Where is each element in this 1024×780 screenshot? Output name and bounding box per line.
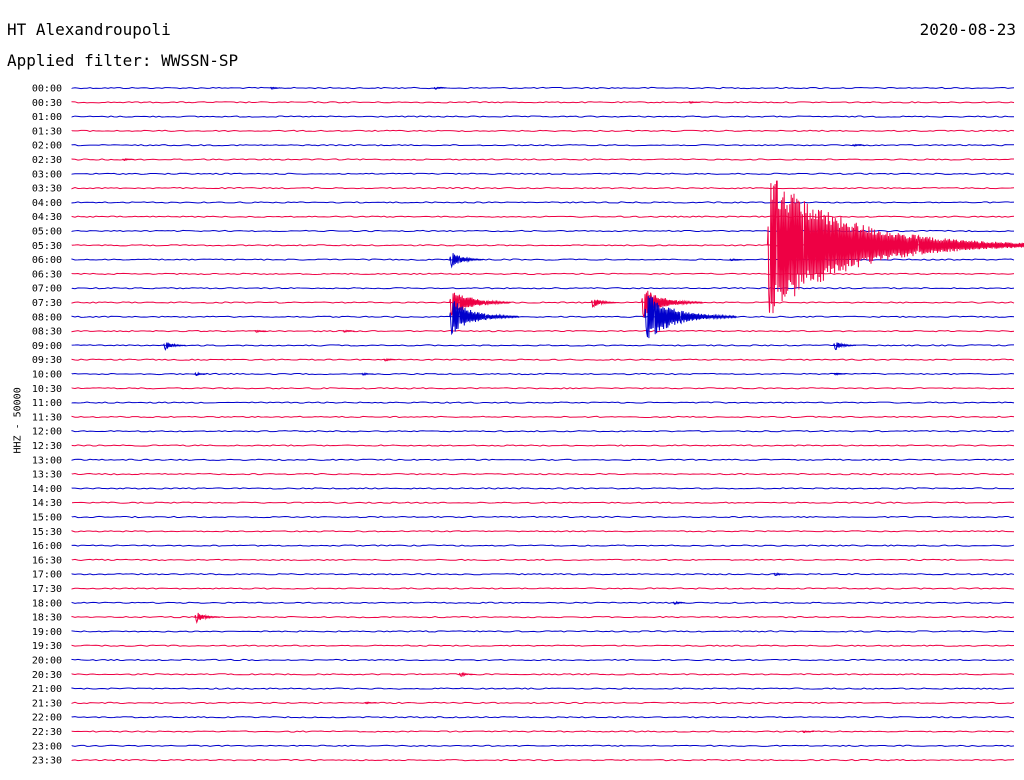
trace-line <box>71 415 1015 419</box>
time-tick-label: 18:30 <box>32 613 62 624</box>
time-tick-label: 08:30 <box>32 327 62 338</box>
trace-line <box>71 186 1015 190</box>
trace-line <box>71 387 1015 390</box>
time-tick-label: 22:00 <box>32 713 62 724</box>
trace-line <box>71 644 1015 647</box>
time-tick-label: 20:00 <box>32 656 62 667</box>
trace-line <box>71 401 1015 404</box>
trace-line <box>71 301 1015 304</box>
time-tick-label: 21:00 <box>32 684 62 695</box>
time-tick-label: 23:30 <box>32 756 62 767</box>
time-tick-label: 13:30 <box>32 470 62 481</box>
trace-line <box>71 158 1015 161</box>
time-tick-label: 12:00 <box>32 427 62 438</box>
trace-line <box>71 487 1015 490</box>
trace-line <box>71 630 1015 633</box>
time-tick-label: 17:00 <box>32 570 62 581</box>
trace-line <box>71 115 1015 118</box>
time-tick-label: 07:00 <box>32 284 62 295</box>
time-tick-label: 15:30 <box>32 527 62 538</box>
trace-line <box>71 501 1015 504</box>
trace-line <box>71 530 1015 533</box>
time-tick-label: 00:00 <box>32 84 62 95</box>
trace-line <box>71 358 1015 361</box>
time-tick-label: 19:30 <box>32 641 62 652</box>
time-tick-label: 04:00 <box>32 198 62 209</box>
time-tick-label: 21:30 <box>32 698 62 709</box>
trace-line <box>71 144 1015 147</box>
time-tick-label: 03:30 <box>32 184 62 195</box>
trace-line <box>71 429 1015 433</box>
time-tick-label: 11:00 <box>32 398 62 409</box>
time-tick-label: 06:30 <box>32 269 62 280</box>
time-tick-label: 12:30 <box>32 441 62 452</box>
trace-line <box>71 587 1015 590</box>
time-tick-label: 16:00 <box>32 541 62 552</box>
time-tick-label: 23:00 <box>32 741 62 752</box>
trace-line <box>71 601 1015 604</box>
time-tick-label: 14:00 <box>32 484 62 495</box>
time-tick-label: 17:30 <box>32 584 62 595</box>
seismic-event <box>194 612 221 624</box>
seismic-event <box>833 342 857 351</box>
time-tick-label: 11:30 <box>32 412 62 423</box>
trace-line <box>71 229 1014 233</box>
trace-line <box>71 701 1015 705</box>
trace-line <box>71 658 1015 662</box>
time-tick-label: 08:00 <box>32 312 62 323</box>
trace-line <box>71 129 1015 132</box>
time-tick-label: 02:30 <box>32 155 62 166</box>
trace-line <box>71 673 1015 676</box>
time-tick-label: 15:00 <box>32 513 62 524</box>
trace-line <box>71 372 1015 376</box>
trace-line <box>71 329 1015 333</box>
time-tick-label: 10:00 <box>32 370 62 381</box>
trace-line <box>71 458 1015 461</box>
trace-line <box>71 172 1015 175</box>
trace-line <box>71 515 1015 519</box>
time-tick-label: 10:30 <box>32 384 62 395</box>
seismic-event <box>449 253 484 269</box>
time-tick-label: 07:30 <box>32 298 62 309</box>
trace-line <box>71 758 1015 762</box>
time-tick-label: 18:00 <box>32 598 62 609</box>
trace-line <box>71 558 1015 562</box>
time-tick-label: 04:30 <box>32 212 62 223</box>
time-tick-label: 20:30 <box>32 670 62 681</box>
time-tick-label: 16:30 <box>32 555 62 566</box>
trace-line <box>71 344 1015 347</box>
time-tick-label: 02:00 <box>32 141 62 152</box>
time-tick-label: 19:00 <box>32 627 62 638</box>
helicorder-plot: 00:00 00:30 01:00 01:30 02:00 02:30 03:00 03:30… <box>32 84 1024 767</box>
trace-line <box>71 287 1015 290</box>
time-tick-label: 14:30 <box>32 498 62 509</box>
time-tick-label: 01:30 <box>32 126 62 137</box>
seismic-event <box>766 180 1024 314</box>
time-tick-label: 09:30 <box>32 355 62 366</box>
trace-line <box>71 687 1014 690</box>
time-tick-label: 05:30 <box>32 241 62 252</box>
time-tick-label: 13:00 <box>32 455 62 466</box>
time-tick-label: 06:00 <box>32 255 62 266</box>
trace-line <box>71 544 1015 547</box>
trace-line <box>71 444 1015 447</box>
trace-line <box>71 716 1015 719</box>
trace-line <box>71 472 1015 476</box>
time-tick-label: 00:30 <box>32 98 62 109</box>
trace-line <box>71 201 1015 204</box>
time-tick-label: 05:00 <box>32 227 62 238</box>
trace-line <box>71 573 1015 576</box>
trace-line <box>71 315 1015 318</box>
trace-line <box>71 730 1015 733</box>
time-tick-label: 01:00 <box>32 112 62 123</box>
time-tick-label: 09:00 <box>32 341 62 352</box>
trace-line <box>71 215 1015 218</box>
trace-line <box>71 272 1015 276</box>
trace-line <box>71 744 1015 747</box>
time-tick-label: 22:30 <box>32 727 62 738</box>
trace-line <box>71 101 1015 104</box>
time-tick-label: 03:00 <box>32 169 62 180</box>
trace-line <box>71 86 1015 90</box>
